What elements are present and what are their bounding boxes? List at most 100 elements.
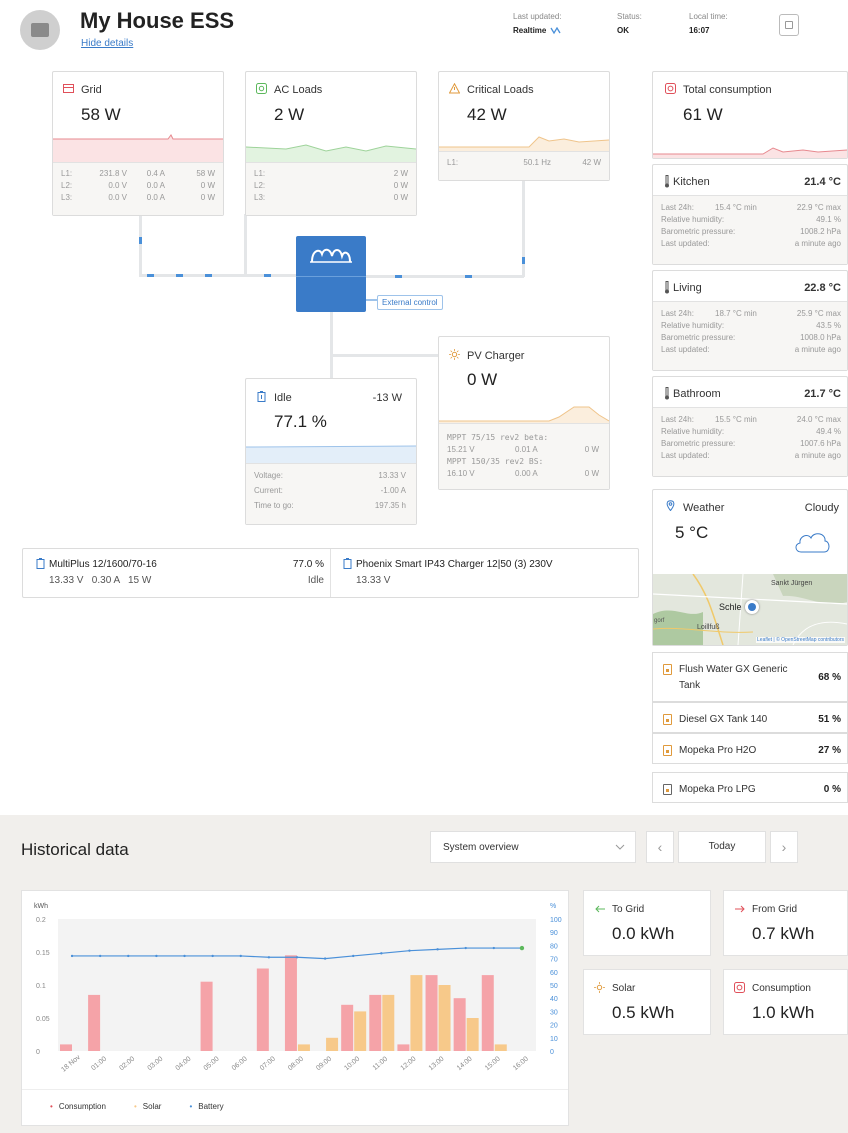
- battery-sparkline: [246, 445, 416, 463]
- solar-bar: [410, 975, 423, 1051]
- y2-tick-label: 20: [550, 1023, 558, 1030]
- ac-loads-title: AC Loads: [274, 84, 323, 96]
- consumption-bar: [341, 1004, 354, 1051]
- y2-tick-label: 10: [550, 1036, 558, 1043]
- grid-card[interactable]: Grid 58 W L1: 231.8 V 0.4 A 58 W L2: 0.0 V 0.…: [52, 71, 224, 216]
- y-tick-label: 0.15: [36, 950, 50, 957]
- solar-bar: [438, 985, 451, 1051]
- summary-to-grid[interactable]: To Grid 0.0 kWh: [583, 890, 711, 956]
- battery-power: -13 W: [372, 392, 402, 404]
- battery-icon: [257, 391, 266, 402]
- consumption-icon: [665, 83, 676, 94]
- historical-title: Historical data: [21, 840, 129, 859]
- consumption-bar: [481, 975, 494, 1051]
- sensor-card-kitchen[interactable]: Kitchen 21.4 °C Last 24h: 15.4 °C min 22.9…: [652, 164, 848, 265]
- battery-point: [239, 954, 242, 958]
- y2-tick-label: 30: [550, 1009, 558, 1016]
- solar-bar: [326, 1037, 339, 1051]
- x-tick-label: 03:00: [146, 1055, 164, 1072]
- x-tick-label: 11:00: [372, 1056, 390, 1072]
- weather-map[interactable]: Sankt Jürgen Schle Loillfuß gorf Leaflet…: [653, 574, 847, 645]
- status-value: OK: [617, 26, 629, 35]
- x-tick-label: 06:00: [231, 1055, 249, 1072]
- critical-loads-card[interactable]: Critical Loads 42 W L1: 50.1 Hz 42 W: [438, 71, 610, 181]
- tank-mopeka-lpg[interactable]: Mopeka Pro LPG 0 %: [652, 772, 848, 803]
- tank-icon: [663, 664, 672, 675]
- local-time-label: Local time:: [689, 12, 728, 21]
- battery-point: [436, 948, 439, 951]
- device-phoenix-charger[interactable]: Phoenix Smart IP43 Charger 12|50 (3) 230…: [332, 549, 638, 597]
- map-location-marker: [745, 600, 759, 614]
- tank-mopeka-h2o[interactable]: Mopeka Pro H2O 27 %: [652, 733, 848, 764]
- y2-tick-label: 60: [550, 970, 558, 977]
- weather-card[interactable]: Weather Cloudy 5 °C Sankt Jürgen Schle L…: [652, 489, 848, 646]
- legend-item[interactable]: • Consumption: [50, 1102, 106, 1111]
- solar-bar: [494, 1044, 507, 1051]
- device-multiplus[interactable]: MultiPlus 12/1600/70-16 77.0 % 13.33 V 0…: [23, 549, 331, 597]
- pv-charger-card[interactable]: PV Charger 0 W MPPT 75/15 rev2 beta: 15.…: [438, 336, 610, 490]
- battery-point: [323, 957, 327, 960]
- devices-strip: MultiPlus 12/1600/70-16 77.0 % 13.33 V 0…: [22, 548, 639, 598]
- prev-day-button[interactable]: ‹: [646, 831, 674, 863]
- y2-tick-label: 80: [550, 943, 558, 950]
- x-tick-label: 12:00: [400, 1055, 418, 1072]
- warning-icon: [449, 83, 460, 94]
- last-updated-value[interactable]: Realtime: [513, 26, 546, 35]
- legend-item[interactable]: • Battery: [189, 1102, 223, 1111]
- legend-dot-icon: •: [133, 1102, 137, 1111]
- map-attribution[interactable]: Leaflet | © OpenStreetMap contributors: [756, 637, 845, 643]
- day-label[interactable]: Today: [678, 831, 766, 863]
- consumption-bar: [60, 1044, 72, 1051]
- ac-loads-value: 2 W: [274, 105, 305, 124]
- x-tick-label: 18 Nov: [60, 1054, 82, 1074]
- ac-loads-card[interactable]: AC Loads 2 W L1: 2 W L2: 0 W L3: 0 W: [245, 71, 417, 216]
- sensor-card-living[interactable]: Living 22.8 °C Last 24h: 18.7 °C min 25.9 …: [652, 270, 848, 371]
- summary-solar[interactable]: Solar 0.5 kWh: [583, 969, 711, 1035]
- tank-flush-water[interactable]: Flush Water GX Generic Tank 68 %: [652, 652, 848, 702]
- summary-consumption[interactable]: Consumption 1.0 kWh: [723, 969, 848, 1035]
- tank-diesel[interactable]: Diesel GX Tank 140 51 %: [652, 702, 848, 733]
- y2-tick-label: 70: [550, 957, 558, 964]
- legend-item[interactable]: • Solar: [134, 1102, 162, 1111]
- chevron-down-icon[interactable]: [550, 27, 562, 35]
- critical-loads-value: 42 W: [467, 105, 507, 124]
- total-consumption-title: Total consumption: [683, 84, 772, 96]
- chart-legend: • Consumption • Solar • Battery: [50, 1102, 252, 1116]
- y2-tick-label: 0: [550, 1049, 554, 1056]
- legend-label: Solar: [142, 1102, 162, 1111]
- grid-phase-table: L1: 231.8 V 0.4 A 58 W L2: 0.0 V 0.0 A0 W L3:…: [53, 162, 223, 215]
- grid-icon: [63, 84, 74, 93]
- device-menu-button[interactable]: [779, 14, 799, 36]
- tank-icon: [663, 714, 672, 725]
- x-tick-label: 05:00: [203, 1055, 221, 1072]
- total-consumption-card[interactable]: Total consumption 61 W: [652, 71, 848, 159]
- site-avatar: [20, 10, 60, 50]
- consumption-bar: [453, 998, 466, 1051]
- sun-icon: [594, 982, 605, 993]
- location-pin-icon: [666, 500, 675, 511]
- y-tick-label: 0.1: [36, 983, 46, 990]
- consumption-bar: [284, 955, 297, 1051]
- weather-temp: 5 °C: [675, 523, 709, 542]
- x-tick-label: 15:00: [484, 1055, 502, 1072]
- period-select[interactable]: System overview: [430, 831, 636, 863]
- weather-condition: Cloudy: [804, 502, 839, 514]
- x-tick-label: 16:00: [512, 1055, 530, 1072]
- chevron-right-icon: ›: [781, 839, 787, 855]
- consumption-bar: [200, 981, 213, 1051]
- sensor-card-bathroom[interactable]: Bathroom 21.7 °C Last 24h: 15.5 °C min 24.…: [652, 376, 848, 477]
- last-updated-label: Last updated:: [513, 12, 562, 21]
- next-day-button[interactable]: ›: [770, 831, 798, 863]
- consumption-bar: [88, 994, 101, 1051]
- y2-tick-label: 40: [550, 996, 558, 1003]
- hide-details-link[interactable]: Hide details: [81, 38, 133, 49]
- thermometer-icon: [665, 175, 669, 188]
- summary-from-grid[interactable]: From Grid 0.7 kWh: [723, 890, 848, 956]
- victron-logo-icon: [310, 248, 352, 263]
- battery-soc: 77.1 %: [274, 412, 327, 431]
- page-title: My House ESS: [80, 8, 235, 33]
- battery-card[interactable]: Idle -13 W 77.1 % Voltage: 13.33 V Curren…: [245, 378, 417, 525]
- battery-point: [295, 956, 299, 959]
- inverter-box[interactable]: [296, 236, 366, 312]
- battery-point: [98, 954, 102, 958]
